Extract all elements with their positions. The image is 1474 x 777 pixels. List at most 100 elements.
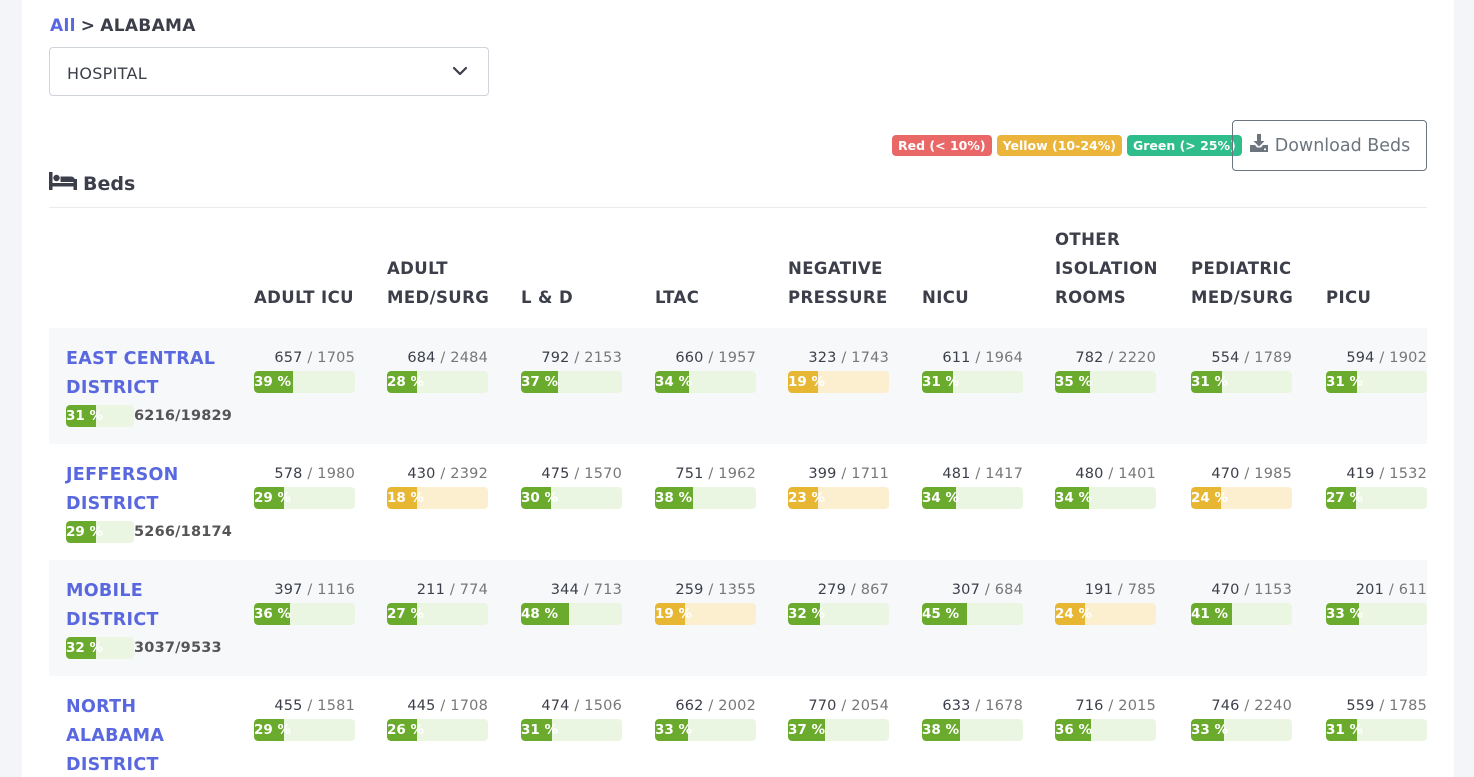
bed-cell: 684 / 2484 28 % [387,350,488,393]
column-header[interactable]: L & D [521,283,646,312]
section-title-text: Beds [83,172,136,195]
bed-count: 660 / 1957 [655,350,756,370]
capacity-bar: 23 % [788,487,889,509]
table-row: EAST CENTRAL DISTRICT 31 % 6216/19829 657 /… [49,328,1427,444]
capacity-percent: 27 % [1326,490,1364,506]
available-beds: 323 [808,350,837,366]
total-beds: / 1785 [1374,698,1427,714]
capacity-percent: 27 % [387,606,425,622]
capacity-percent: 34 % [1055,490,1093,506]
breadcrumb: All > ALABAMA [50,16,196,36]
bed-count: 259 / 1355 [655,582,756,602]
bed-count: 716 / 2015 [1055,698,1156,718]
bed-count: 792 / 2153 [521,350,622,370]
total-beds: / 1417 [970,466,1023,482]
total-beds: / 1705 [302,350,355,366]
capacity-percent: 31 % [1326,722,1364,738]
capacity-bar: 29 % [254,719,355,741]
available-beds: 657 [274,350,303,366]
column-header[interactable]: NEGATIVE PRESSURE [788,254,913,312]
total-beds: / 2240 [1239,698,1292,714]
column-header[interactable]: OTHER ISOLATION ROOMS [1055,225,1185,312]
capacity-bar: 31 % [66,405,134,427]
column-header[interactable]: PICU [1326,283,1451,312]
bed-count: 594 / 1902 [1326,350,1427,370]
total-beds: / 1401 [1103,466,1156,482]
capacity-percent: 39 % [254,374,292,390]
capacity-percent: 28 % [387,374,425,390]
facility-type-select[interactable]: HOSPITAL [49,47,489,96]
total-beds: / 867 [846,582,889,598]
available-beds: 559 [1346,698,1375,714]
column-header[interactable]: ADULT MED/SURG [387,254,512,312]
capacity-percent: 23 % [788,490,826,506]
capacity-bar: 26 % [387,719,488,741]
section-title: Beds [49,172,135,195]
available-beds: 445 [407,698,436,714]
capacity-bar: 29 % [254,487,355,509]
capacity-percent: 36 % [1055,722,1093,738]
available-beds: 746 [1211,698,1240,714]
district-link[interactable]: NORTH ALABAMA DISTRICT [66,693,236,777]
capacity-bar: 39 % [254,371,355,393]
bed-count: 782 / 2220 [1055,350,1156,370]
district-link[interactable]: MOBILE DISTRICT [66,577,236,635]
capacity-percent: 19 % [655,606,693,622]
bed-count: 481 / 1417 [922,466,1023,486]
available-beds: 344 [550,582,580,598]
bed-icon [49,172,77,195]
breadcrumb-all-link[interactable]: All [50,16,76,36]
available-beds: 578 [274,466,303,482]
available-beds: 399 [808,466,837,482]
capacity-bar: 37 % [788,719,889,741]
total-beds: / 1116 [302,582,355,598]
capacity-percent: 33 % [1191,722,1229,738]
total-beds: / 1964 [970,350,1023,366]
bed-cell: 480 / 1401 34 % [1055,466,1156,509]
facility-type-value: HOSPITAL [67,64,147,83]
bed-count: 611 / 1964 [922,350,1023,370]
bed-cell: 211 / 774 27 % [387,582,488,625]
bed-count: 201 / 611 [1326,582,1427,602]
capacity-percent: 24 % [1191,490,1229,506]
capacity-percent: 38 % [655,490,693,506]
available-beds: 474 [541,698,570,714]
capacity-percent: 34 % [922,490,960,506]
total-beds: / 2220 [1103,350,1156,366]
capacity-percent: 33 % [1326,606,1364,622]
download-icon [1249,134,1269,157]
column-header[interactable]: NICU [922,283,1047,312]
district-total: 6216/19829 [134,408,233,424]
column-header[interactable]: PEDIATRIC MED/SURG [1191,254,1316,312]
available-beds: 307 [951,582,981,598]
capacity-percent: 18 % [387,490,425,506]
bed-cell: 470 / 1985 24 % [1191,466,1292,509]
bed-count: 399 / 1711 [788,466,889,486]
bed-count: 191 / 785 [1055,582,1156,602]
bed-cell: 559 / 1785 31 % [1326,698,1427,741]
district-link[interactable]: EAST CENTRAL DISTRICT [66,345,236,403]
bed-cell: 770 / 2054 37 % [788,698,889,741]
capacity-percent: 34 % [655,374,693,390]
bed-count: 470 / 1985 [1191,466,1292,486]
total-beds: / 611 [1384,582,1427,598]
available-beds: 430 [407,466,436,482]
column-header[interactable]: ADULT ICU [254,283,379,312]
content-card: All > ALABAMA HOSPITAL Red (< 10%) Yellow (… [22,0,1454,777]
capacity-bar: 45 % [922,603,1023,625]
district-total: 5266/18174 [134,524,233,540]
capacity-bar: 29 % [66,521,134,543]
total-beds: / 774 [445,582,488,598]
bed-cell: 201 / 611 33 % [1326,582,1427,625]
district-link[interactable]: JEFFERSON DISTRICT [66,461,236,519]
column-header[interactable]: LTAC [655,283,780,312]
capacity-percent: 32 % [66,640,104,656]
bed-count: 559 / 1785 [1326,698,1427,718]
capacity-bar: 30 % [521,487,622,509]
capacity-percent: 19 % [788,374,826,390]
bed-count: 397 / 1116 [254,582,355,602]
total-beds: / 2484 [435,350,488,366]
download-beds-button[interactable]: Download Beds [1232,120,1427,171]
divider [49,207,1427,208]
total-beds: / 1789 [1239,350,1292,366]
